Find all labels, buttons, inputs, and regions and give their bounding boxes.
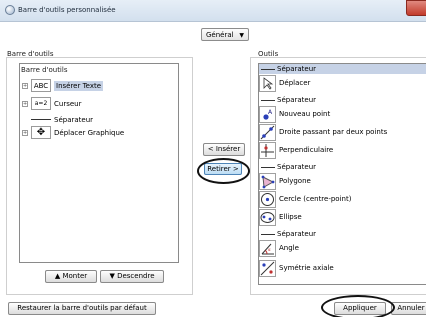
move-graphics-icon: ✥: [31, 126, 51, 139]
tool-row-label: Symétrie axiale: [279, 264, 334, 272]
tree-row-insert-text[interactable]: + ABC Insérer Texte: [22, 78, 104, 93]
expand-icon[interactable]: +: [22, 82, 28, 89]
tool-row-separator[interactable]: Séparateur: [259, 229, 316, 239]
reflect-icon: [259, 259, 276, 277]
title-bar: Barre d'outils personnalisée: [0, 0, 426, 22]
perpendicular-icon: [259, 141, 276, 159]
angle-icon: α: [259, 239, 276, 257]
separator-line: [261, 166, 275, 168]
tool-row-label: Séparateur: [277, 65, 317, 73]
tool-row-separator[interactable]: Séparateur: [259, 162, 316, 172]
tool-row-label: Nouveau point: [279, 110, 331, 118]
tool-row-label: Polygone: [279, 177, 311, 185]
app-icon: [5, 5, 15, 15]
close-button[interactable]: [406, 0, 426, 16]
insert-button[interactable]: < Insérer: [203, 143, 245, 156]
separator-line: [261, 233, 275, 235]
svg-text:A: A: [268, 109, 273, 116]
tree-row-move-graphics[interactable]: + ✥ Déplacer Graphique: [22, 125, 124, 140]
general-dropdown[interactable]: Général ▼: [201, 28, 249, 41]
move-arrow-icon: [259, 74, 276, 92]
tool-row-angle[interactable]: α Angle: [259, 239, 299, 257]
tree-root-label: Barre d'outils: [21, 66, 68, 74]
general-dropdown-value: Général: [206, 31, 234, 39]
tool-row-new-point[interactable]: A Nouveau point: [259, 105, 331, 123]
cancel-button[interactable]: Annuler: [391, 302, 426, 315]
tool-row-label: Cercle (centre-point): [279, 195, 352, 203]
tool-row-label: Ellipse: [279, 213, 302, 221]
separator-line: [261, 68, 275, 70]
chevron-down-icon: ▼: [239, 32, 244, 39]
tool-row-label: Angle: [279, 244, 299, 252]
separator-line: [261, 99, 275, 101]
highlight-circle: [197, 158, 250, 184]
tool-row-line[interactable]: Droite passant par deux points: [259, 123, 388, 141]
tool-row-label: Perpendiculaire: [279, 146, 334, 154]
tool-row-label: Déplacer: [279, 79, 311, 87]
tool-row-label: Séparateur: [277, 230, 317, 238]
tool-row-move[interactable]: Déplacer: [259, 74, 311, 92]
expand-icon[interactable]: +: [22, 100, 28, 107]
move-down-button[interactable]: ▼ Descendre: [100, 270, 164, 283]
point-icon: A: [259, 105, 276, 123]
tree-row-label: Insérer Texte: [54, 80, 104, 91]
tool-row-perpendicular[interactable]: Perpendiculaire: [259, 141, 334, 159]
move-up-button[interactable]: ▲ Monter: [45, 270, 97, 283]
tool-row-ellipse[interactable]: Ellipse: [259, 208, 302, 226]
tree-row-label: Déplacer Graphique: [54, 128, 125, 137]
line-icon: [259, 123, 276, 141]
ellipse-icon: [259, 208, 276, 226]
tool-row-separator[interactable]: Séparateur: [259, 64, 426, 74]
tool-row-label: Séparateur: [277, 163, 317, 171]
tool-row-circle[interactable]: Cercle (centre-point): [259, 190, 352, 208]
tool-row-label: Séparateur: [277, 96, 317, 104]
slider-tool-icon: a=2: [31, 97, 51, 110]
text-tool-icon: ABC: [31, 79, 51, 92]
restore-default-button[interactable]: Restaurer la barre d'outils par défaut: [8, 302, 156, 315]
expand-icon[interactable]: +: [22, 129, 28, 136]
separator-line: [31, 119, 51, 120]
tool-row-label: Droite passant par deux points: [279, 128, 388, 136]
tree-row-slider[interactable]: + a=2 Curseur: [22, 96, 81, 111]
window-title: Barre d'outils personnalisée: [18, 6, 116, 14]
tool-row-polygon[interactable]: Polygone: [259, 172, 311, 190]
tool-row-separator[interactable]: Séparateur: [259, 95, 316, 105]
tool-row-reflect[interactable]: Symétrie axiale: [259, 259, 334, 277]
tree-row-label: Séparateur: [54, 115, 94, 124]
circle-icon: [259, 190, 276, 208]
toolbar-tree[interactable]: [19, 63, 179, 263]
tree-row-label: Curseur: [54, 99, 82, 108]
svg-text:α: α: [268, 247, 271, 252]
polygon-icon: [259, 172, 276, 190]
highlight-circle: [321, 295, 395, 317]
